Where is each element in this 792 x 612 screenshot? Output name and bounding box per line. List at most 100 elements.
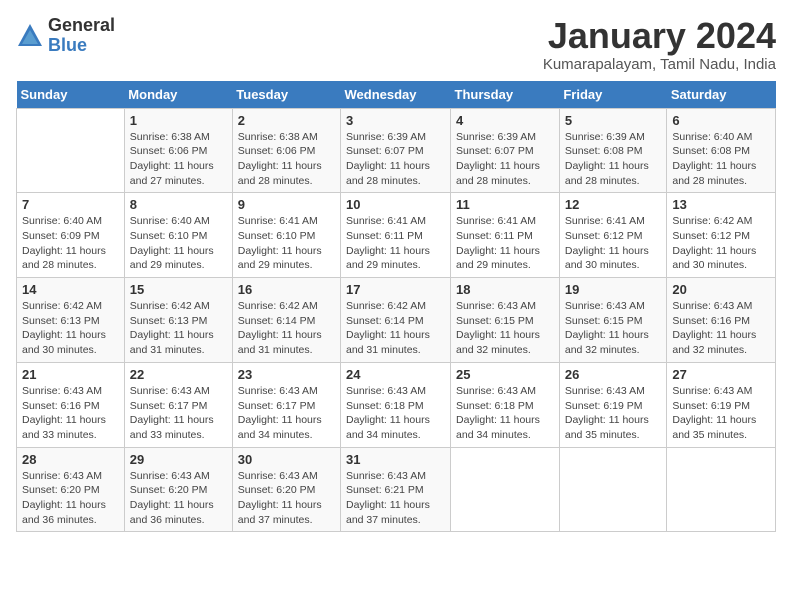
day-info: Sunrise: 6:43 AMSunset: 6:17 PMDaylight:… <box>238 384 335 443</box>
page-header: General Blue January 2024 Kumarapalayam,… <box>16 16 776 73</box>
calendar-cell: 28 Sunrise: 6:43 AMSunset: 6:20 PMDaylig… <box>17 447 125 532</box>
day-info: Sunrise: 6:43 AMSunset: 6:18 PMDaylight:… <box>456 384 554 443</box>
day-info: Sunrise: 6:43 AMSunset: 6:20 PMDaylight:… <box>22 469 119 528</box>
header-saturday: Saturday <box>667 81 776 109</box>
day-info: Sunrise: 6:43 AMSunset: 6:18 PMDaylight:… <box>346 384 445 443</box>
day-number: 26 <box>565 367 662 382</box>
title-area: January 2024 Kumarapalayam, Tamil Nadu, … <box>543 16 776 73</box>
calendar-cell: 21 Sunrise: 6:43 AMSunset: 6:16 PMDaylig… <box>17 362 125 447</box>
day-info: Sunrise: 6:40 AMSunset: 6:08 PMDaylight:… <box>672 130 770 189</box>
calendar-cell: 9 Sunrise: 6:41 AMSunset: 6:10 PMDayligh… <box>232 193 340 278</box>
header-tuesday: Tuesday <box>232 81 340 109</box>
calendar-table: Sunday Monday Tuesday Wednesday Thursday… <box>16 81 776 533</box>
day-info: Sunrise: 6:39 AMSunset: 6:07 PMDaylight:… <box>456 130 554 189</box>
day-info: Sunrise: 6:42 AMSunset: 6:13 PMDaylight:… <box>130 299 227 358</box>
header-friday: Friday <box>559 81 667 109</box>
day-info: Sunrise: 6:41 AMSunset: 6:11 PMDaylight:… <box>346 214 445 273</box>
day-info: Sunrise: 6:43 AMSunset: 6:20 PMDaylight:… <box>130 469 227 528</box>
day-number: 25 <box>456 367 554 382</box>
logo: General Blue <box>16 16 115 56</box>
header-sunday: Sunday <box>17 81 125 109</box>
day-info: Sunrise: 6:43 AMSunset: 6:19 PMDaylight:… <box>565 384 662 443</box>
day-number: 2 <box>238 113 335 128</box>
day-number: 20 <box>672 282 770 297</box>
calendar-cell: 8 Sunrise: 6:40 AMSunset: 6:10 PMDayligh… <box>124 193 232 278</box>
calendar-cell: 19 Sunrise: 6:43 AMSunset: 6:15 PMDaylig… <box>559 278 667 363</box>
calendar-cell: 10 Sunrise: 6:41 AMSunset: 6:11 PMDaylig… <box>341 193 451 278</box>
calendar-cell: 13 Sunrise: 6:42 AMSunset: 6:12 PMDaylig… <box>667 193 776 278</box>
day-number: 17 <box>346 282 445 297</box>
calendar-cell: 31 Sunrise: 6:43 AMSunset: 6:21 PMDaylig… <box>341 447 451 532</box>
calendar-cell: 12 Sunrise: 6:41 AMSunset: 6:12 PMDaylig… <box>559 193 667 278</box>
day-info: Sunrise: 6:39 AMSunset: 6:08 PMDaylight:… <box>565 130 662 189</box>
day-number: 13 <box>672 197 770 212</box>
day-number: 4 <box>456 113 554 128</box>
calendar-cell <box>451 447 560 532</box>
day-number: 12 <box>565 197 662 212</box>
day-number: 1 <box>130 113 227 128</box>
day-info: Sunrise: 6:42 AMSunset: 6:13 PMDaylight:… <box>22 299 119 358</box>
day-number: 28 <box>22 452 119 467</box>
day-number: 9 <box>238 197 335 212</box>
header-thursday: Thursday <box>451 81 560 109</box>
calendar-cell: 3 Sunrise: 6:39 AMSunset: 6:07 PMDayligh… <box>341 108 451 193</box>
calendar-cell: 26 Sunrise: 6:43 AMSunset: 6:19 PMDaylig… <box>559 362 667 447</box>
day-number: 24 <box>346 367 445 382</box>
location-title: Kumarapalayam, Tamil Nadu, India <box>543 56 776 73</box>
calendar-cell: 30 Sunrise: 6:43 AMSunset: 6:20 PMDaylig… <box>232 447 340 532</box>
day-info: Sunrise: 6:40 AMSunset: 6:10 PMDaylight:… <box>130 214 227 273</box>
day-info: Sunrise: 6:41 AMSunset: 6:12 PMDaylight:… <box>565 214 662 273</box>
day-info: Sunrise: 6:38 AMSunset: 6:06 PMDaylight:… <box>130 130 227 189</box>
day-info: Sunrise: 6:41 AMSunset: 6:10 PMDaylight:… <box>238 214 335 273</box>
calendar-cell: 11 Sunrise: 6:41 AMSunset: 6:11 PMDaylig… <box>451 193 560 278</box>
day-info: Sunrise: 6:43 AMSunset: 6:20 PMDaylight:… <box>238 469 335 528</box>
calendar-cell: 1 Sunrise: 6:38 AMSunset: 6:06 PMDayligh… <box>124 108 232 193</box>
day-info: Sunrise: 6:43 AMSunset: 6:15 PMDaylight:… <box>565 299 662 358</box>
calendar-cell: 27 Sunrise: 6:43 AMSunset: 6:19 PMDaylig… <box>667 362 776 447</box>
day-number: 27 <box>672 367 770 382</box>
day-number: 23 <box>238 367 335 382</box>
day-info: Sunrise: 6:43 AMSunset: 6:16 PMDaylight:… <box>22 384 119 443</box>
logo-text-general: General <box>48 15 115 35</box>
calendar-cell: 16 Sunrise: 6:42 AMSunset: 6:14 PMDaylig… <box>232 278 340 363</box>
day-info: Sunrise: 6:40 AMSunset: 6:09 PMDaylight:… <box>22 214 119 273</box>
calendar-cell: 2 Sunrise: 6:38 AMSunset: 6:06 PMDayligh… <box>232 108 340 193</box>
day-info: Sunrise: 6:43 AMSunset: 6:15 PMDaylight:… <box>456 299 554 358</box>
calendar-row-2: 7 Sunrise: 6:40 AMSunset: 6:09 PMDayligh… <box>17 193 776 278</box>
day-info: Sunrise: 6:43 AMSunset: 6:17 PMDaylight:… <box>130 384 227 443</box>
calendar-cell: 20 Sunrise: 6:43 AMSunset: 6:16 PMDaylig… <box>667 278 776 363</box>
calendar-cell: 7 Sunrise: 6:40 AMSunset: 6:09 PMDayligh… <box>17 193 125 278</box>
month-title: January 2024 <box>543 16 776 56</box>
calendar-cell <box>17 108 125 193</box>
calendar-cell: 18 Sunrise: 6:43 AMSunset: 6:15 PMDaylig… <box>451 278 560 363</box>
calendar-cell: 29 Sunrise: 6:43 AMSunset: 6:20 PMDaylig… <box>124 447 232 532</box>
calendar-cell: 25 Sunrise: 6:43 AMSunset: 6:18 PMDaylig… <box>451 362 560 447</box>
day-number: 18 <box>456 282 554 297</box>
calendar-cell: 6 Sunrise: 6:40 AMSunset: 6:08 PMDayligh… <box>667 108 776 193</box>
day-number: 11 <box>456 197 554 212</box>
day-number: 10 <box>346 197 445 212</box>
calendar-row-1: 1 Sunrise: 6:38 AMSunset: 6:06 PMDayligh… <box>17 108 776 193</box>
day-number: 14 <box>22 282 119 297</box>
day-info: Sunrise: 6:42 AMSunset: 6:14 PMDaylight:… <box>346 299 445 358</box>
day-number: 5 <box>565 113 662 128</box>
calendar-cell: 23 Sunrise: 6:43 AMSunset: 6:17 PMDaylig… <box>232 362 340 447</box>
day-number: 16 <box>238 282 335 297</box>
day-info: Sunrise: 6:42 AMSunset: 6:12 PMDaylight:… <box>672 214 770 273</box>
day-info: Sunrise: 6:38 AMSunset: 6:06 PMDaylight:… <box>238 130 335 189</box>
day-number: 21 <box>22 367 119 382</box>
calendar-cell: 22 Sunrise: 6:43 AMSunset: 6:17 PMDaylig… <box>124 362 232 447</box>
calendar-row-3: 14 Sunrise: 6:42 AMSunset: 6:13 PMDaylig… <box>17 278 776 363</box>
calendar-cell: 4 Sunrise: 6:39 AMSunset: 6:07 PMDayligh… <box>451 108 560 193</box>
header-monday: Monday <box>124 81 232 109</box>
calendar-cell <box>559 447 667 532</box>
day-number: 19 <box>565 282 662 297</box>
header-wednesday: Wednesday <box>341 81 451 109</box>
calendar-cell: 14 Sunrise: 6:42 AMSunset: 6:13 PMDaylig… <box>17 278 125 363</box>
day-number: 30 <box>238 452 335 467</box>
calendar-row-4: 21 Sunrise: 6:43 AMSunset: 6:16 PMDaylig… <box>17 362 776 447</box>
calendar-row-5: 28 Sunrise: 6:43 AMSunset: 6:20 PMDaylig… <box>17 447 776 532</box>
calendar-cell: 5 Sunrise: 6:39 AMSunset: 6:08 PMDayligh… <box>559 108 667 193</box>
day-number: 3 <box>346 113 445 128</box>
day-info: Sunrise: 6:41 AMSunset: 6:11 PMDaylight:… <box>456 214 554 273</box>
